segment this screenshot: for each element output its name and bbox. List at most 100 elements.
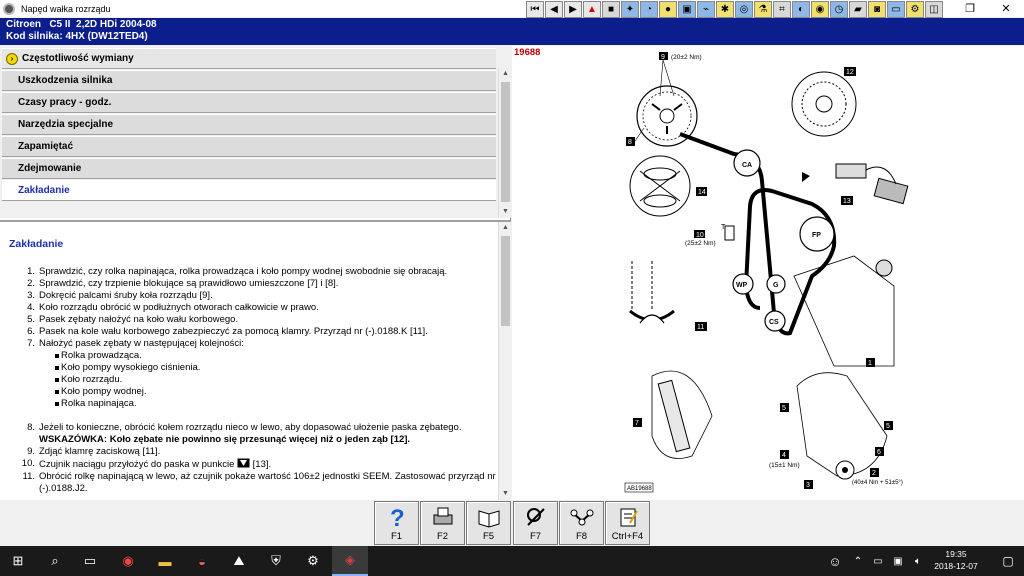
callout-label: 5 xyxy=(886,423,890,430)
flask-icon[interactable]: ⚗ xyxy=(754,1,772,18)
warning-note: WSKAZÓWKA: Koło zębate nie powinno się p… xyxy=(39,434,411,445)
gauge-icon[interactable]: ◔ xyxy=(640,1,658,18)
step-item: 10Czujnik naciągu przyłożyć do paska w p… xyxy=(9,458,497,471)
scroll-thumb[interactable] xyxy=(501,82,510,202)
menu-scrollbar[interactable]: ▲ ▼ xyxy=(498,68,511,218)
task-view-icon[interactable]: ▭ xyxy=(72,546,108,576)
timer-icon[interactable]: ◷ xyxy=(830,1,848,18)
scroll-thumb[interactable] xyxy=(501,236,510,326)
tools-icon xyxy=(527,508,545,526)
defender-icon[interactable]: ⛨ xyxy=(258,546,294,576)
first-icon[interactable]: ⏮ xyxy=(526,1,544,18)
restore-icon[interactable]: ❐ xyxy=(952,0,988,17)
menu-item-special-tools[interactable]: Narzędzia specjalne xyxy=(2,114,496,135)
close-icon[interactable]: ✕ xyxy=(988,0,1024,17)
f2-print-button[interactable]: F2 xyxy=(420,501,465,545)
scroll-down-icon[interactable]: ▼ xyxy=(499,206,512,218)
window-controls: ❐ ✕ xyxy=(952,0,1024,17)
oil-icon[interactable]: ◐ xyxy=(792,1,810,18)
volume-icon[interactable]: 🔈︎ xyxy=(908,546,928,576)
spark-icon[interactable]: ✱ xyxy=(716,1,734,18)
chevron-up-icon[interactable]: ⌃ xyxy=(848,546,868,576)
settings-icon[interactable]: ⚙ xyxy=(295,546,331,576)
step-item: 7Nałożyć pasek zębaty w następującej kol… xyxy=(9,338,497,350)
menu-item-removal[interactable]: Zdejmowanie xyxy=(2,158,496,179)
content-scrollbar[interactable]: ▲ ▼ xyxy=(498,222,511,500)
taskbar: ⊞ ⌕ ▭ ◉ ▬ ◒ ⛰ ⛨ ⚙ ◈ ☺ ⌃ ▭ ▣ 🔈︎ ▢ 19:35 2… xyxy=(0,546,1024,576)
menu-item-label: Częstotliwość wymiany xyxy=(22,53,134,64)
tension-point-marker xyxy=(802,172,810,182)
wheel-icon[interactable]: ◉ xyxy=(811,1,829,18)
body-icon[interactable]: ▭ xyxy=(887,1,905,18)
step-item: 8Jeżeli to konieczne, obrócić kołem rozr… xyxy=(9,422,497,434)
clock-time: 19:35 xyxy=(945,549,967,559)
torque-label: (40±4 Nm + 51±5°) xyxy=(852,480,903,486)
pulley-label-wp: WP xyxy=(736,282,748,289)
torque-label: (20±2 Nm) xyxy=(671,54,702,61)
f8-belt-button[interactable]: F8 xyxy=(559,501,604,545)
diagram-pane: 19688 9 (20±2 Nm) 8 14 12 13 CA FP WP G … xyxy=(512,46,1024,500)
section-heading: Zakładanie xyxy=(9,238,64,250)
chassis-icon[interactable]: ⌗ xyxy=(773,1,791,18)
menu-item-engine-faults[interactable]: Uszkodzenia silnika xyxy=(2,70,496,91)
battery-icon[interactable]: ▭ xyxy=(868,546,888,576)
ctrl-f4-notes-button[interactable]: Ctrl+F4 xyxy=(605,501,650,545)
callout-label: 7 xyxy=(635,420,639,427)
engine-icon[interactable]: ⚙ xyxy=(906,1,924,18)
tools-icon[interactable]: ■ xyxy=(602,1,620,18)
callout-label: 3 xyxy=(806,482,810,489)
belt-icon xyxy=(570,509,594,526)
menu-item-remember[interactable]: Zapamiętać xyxy=(2,136,496,157)
step-item: 5Pasek zębaty nałożyć na koło wału korbo… xyxy=(9,314,497,326)
fkey-label: F2 xyxy=(436,531,449,542)
explorer-icon[interactable]: ▬ xyxy=(147,546,183,576)
left-pane: › Częstotliwość wymiany Uszkodzenia siln… xyxy=(0,46,511,500)
menu-item-label: Zapamiętać xyxy=(18,141,74,152)
f1-help-button[interactable]: ? F1 xyxy=(374,501,419,545)
fkey-label: F1 xyxy=(390,531,403,542)
notes-icon xyxy=(620,508,638,527)
callout-label: 14 xyxy=(698,189,706,196)
warning-icon[interactable]: ▲ xyxy=(583,1,601,18)
vehicle-header: Citroen C5 II 2,2D HDi 2004-08 Kod silni… xyxy=(0,18,1024,45)
car-icon[interactable]: ◙ xyxy=(868,1,886,18)
autodata-app-icon[interactable]: ◈ xyxy=(332,546,368,576)
fkey-label: F7 xyxy=(529,531,542,542)
callout-label: 12 xyxy=(846,69,854,76)
ecu-icon[interactable]: ▣ xyxy=(678,1,696,18)
wiring-icon[interactable]: ⌁ xyxy=(697,1,715,18)
people-icon[interactable]: ☺ xyxy=(822,546,848,576)
torque-label: (15±1 Nm) xyxy=(769,462,800,469)
lift-icon[interactable]: ✦ xyxy=(621,1,639,18)
scroll-down-icon[interactable]: ▼ xyxy=(499,488,511,500)
menu-item-installation[interactable]: Zakładanie xyxy=(2,180,496,201)
clock[interactable]: 19:35 2018-12-07 xyxy=(926,548,986,572)
paint-icon[interactable]: ◒ xyxy=(184,546,220,576)
next-icon[interactable]: ▶ xyxy=(564,1,582,18)
start-icon[interactable]: ⊞ xyxy=(0,546,36,576)
meter-icon[interactable]: ◫ xyxy=(925,1,943,18)
scroll-up-icon[interactable]: ▲ xyxy=(499,222,511,234)
clock-date: 2018-12-07 xyxy=(934,561,978,571)
system-tray: ☺ ⌃ ▭ ▣ 🔈︎ ▢ xyxy=(822,546,1024,576)
callout-label: 9 xyxy=(661,54,665,61)
notifications-icon[interactable]: ▢ xyxy=(992,546,1024,576)
menu-item-labour-times[interactable]: Czasy pracy - godz. xyxy=(2,92,496,113)
seat-icon[interactable]: ▰ xyxy=(849,1,867,18)
step-item: 6Pasek na kole wału korbowego zabezpiecz… xyxy=(9,326,497,338)
menu-item-frequency[interactable]: › Częstotliwość wymiany xyxy=(2,48,496,69)
callout-label: 1 xyxy=(868,360,872,367)
search-icon[interactable]: ⌕ xyxy=(37,546,73,576)
pulley-label-g: G xyxy=(773,282,779,289)
sequence-item: Rolka prowadząca. xyxy=(9,350,497,362)
chrome-icon[interactable]: ◉ xyxy=(110,546,146,576)
cam-icon[interactable]: ◎ xyxy=(735,1,753,18)
info-icon[interactable]: ● xyxy=(659,1,677,18)
scroll-up-icon[interactable]: ▲ xyxy=(499,68,512,80)
f7-tools-button[interactable]: F7 xyxy=(513,501,558,545)
sequence-item: Koło pompy wysokiego ciśnienia. xyxy=(9,362,497,374)
f5-book-button[interactable]: F5 xyxy=(466,501,511,545)
network-icon[interactable]: ▣ xyxy=(888,546,908,576)
prev-icon[interactable]: ◀ xyxy=(545,1,563,18)
photos-icon[interactable]: ⛰ xyxy=(221,546,257,576)
